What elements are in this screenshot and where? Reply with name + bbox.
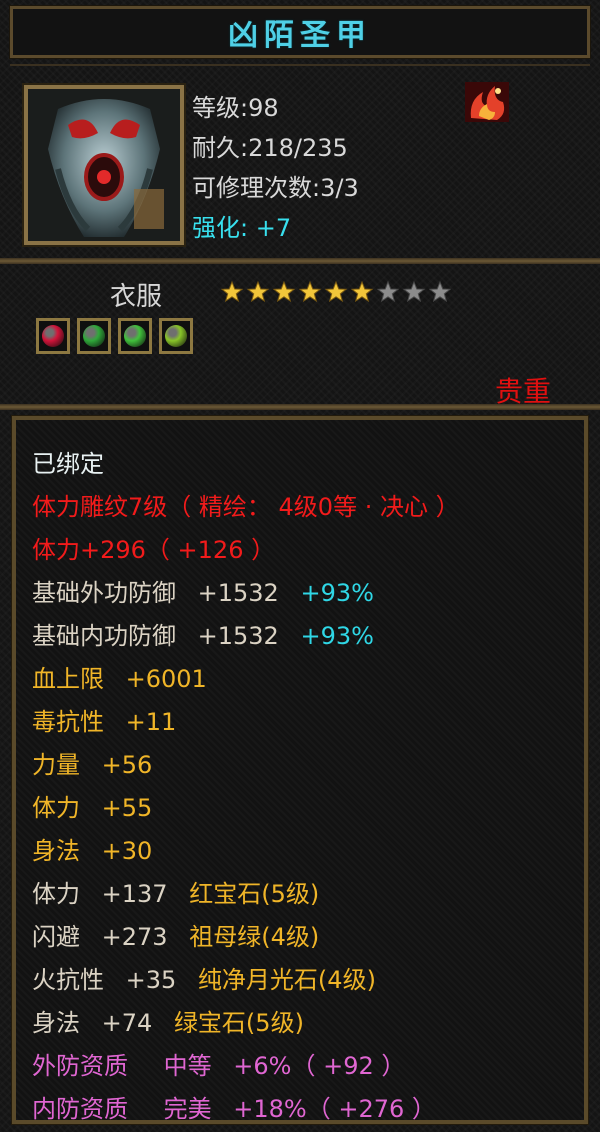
star-empty-icon xyxy=(402,280,426,303)
attr-label: 基础外功防御 xyxy=(32,579,176,607)
star-filled-icon xyxy=(246,280,270,303)
item-tooltip: 凶陌圣甲 等级:98 耐久:218/235 可修理次数:3/3 强化: +7 衣… xyxy=(0,0,600,1132)
star-filled-icon xyxy=(350,280,374,303)
base-external-defense: 基础外功防御 +1532 +93% xyxy=(32,577,374,609)
gem-bonus-row: 身法 +74 绿宝石(5级) xyxy=(32,1007,304,1039)
item-level: 等级:98 xyxy=(192,94,279,122)
gem-stat: 火抗性 xyxy=(32,966,104,994)
attr-value: +1532 xyxy=(197,622,279,650)
attr-label: 血上限 xyxy=(32,665,104,693)
attr-value: +1532 xyxy=(197,579,279,607)
gem-name: 绿宝石(5级) xyxy=(173,1009,304,1037)
attr-value: +56 xyxy=(101,751,153,779)
item-type: 衣服 xyxy=(110,282,163,312)
green-crystal-gem-icon xyxy=(165,325,187,347)
quality-value: +18%（ +276 ） xyxy=(233,1095,436,1123)
quality-value: +6%（ +92 ） xyxy=(233,1052,406,1080)
star-filled-icon xyxy=(272,280,296,303)
quality-grade: 中等 xyxy=(163,1052,212,1080)
gem-value: +35 xyxy=(125,966,177,994)
star-filled-icon xyxy=(220,280,244,303)
item-title-bar: 凶陌圣甲 xyxy=(9,5,591,59)
quality-label: 内防资质 xyxy=(32,1095,128,1123)
armor-icon xyxy=(22,83,186,247)
gem-value: +137 xyxy=(101,880,168,908)
enhance-value: +7 xyxy=(255,214,292,242)
star-filled-icon xyxy=(324,280,348,303)
gem-stat: 闪避 xyxy=(32,923,80,951)
gem-name: 祖母绿(4级) xyxy=(189,923,320,951)
hp-max: 血上限 +6001 xyxy=(32,663,207,695)
enhance-label: 强化: xyxy=(192,214,249,242)
gem-stat: 身法 xyxy=(32,1009,80,1037)
engrave-stat-line: 体力+296（ +126 ） xyxy=(32,536,276,564)
bound-status: 已绑定 xyxy=(32,450,104,478)
gem-slot[interactable] xyxy=(77,318,111,354)
base-internal-defense: 基础内功防御 +1532 +93% xyxy=(32,620,374,652)
gem-stat: 体力 xyxy=(32,880,80,908)
agility: 身法 +30 xyxy=(32,835,152,867)
gem-slot[interactable] xyxy=(118,318,152,354)
star-empty-icon xyxy=(428,280,452,303)
star-rating xyxy=(220,280,452,306)
item-repair-count: 可修理次数:3/3 xyxy=(192,174,359,202)
gem-slot[interactable] xyxy=(159,318,193,354)
stamina: 体力 +55 xyxy=(32,792,152,824)
attr-value: +55 xyxy=(101,794,153,822)
internal-defense-quality: 内防资质 完美 +18%（ +276 ） xyxy=(32,1093,436,1125)
attr-label: 基础内功防御 xyxy=(32,622,176,650)
gem-value: +74 xyxy=(101,1009,153,1037)
item-name: 凶陌圣甲 xyxy=(228,18,372,53)
gem-name: 纯净月光石(4级) xyxy=(197,966,376,994)
gem-bonus-row: 火抗性 +35 纯净月光石(4级) xyxy=(32,964,376,996)
poison-resistance: 毒抗性 +11 xyxy=(32,706,176,738)
attr-label: 身法 xyxy=(32,837,80,865)
attr-label: 体力 xyxy=(32,794,80,822)
item-enhance: 强化: +7 xyxy=(192,208,291,243)
item-durability: 耐久:218/235 xyxy=(192,134,348,162)
external-defense-quality: 外防资质 中等 +6%（ +92 ） xyxy=(32,1050,405,1082)
attr-percent: +93% xyxy=(300,622,374,650)
attr-percent: +93% xyxy=(300,579,374,607)
green-gem-icon xyxy=(83,325,105,347)
attributes-panel: 已绑定 体力雕纹7级（ 精绘： 4级0等 · 决心 ） 体力+296（ +126… xyxy=(11,415,589,1125)
attr-divider xyxy=(0,404,600,410)
quality-grade: 完美 xyxy=(163,1095,212,1123)
gem-bonus-row: 体力 +137 红宝石(5级) xyxy=(32,878,319,910)
gem-slots xyxy=(36,318,193,354)
strength: 力量 +56 xyxy=(32,749,152,781)
gem-name: 红宝石(5级) xyxy=(189,880,320,908)
gem-slot[interactable] xyxy=(36,318,70,354)
attr-value: +6001 xyxy=(125,665,207,693)
fire-buff-icon[interactable] xyxy=(465,82,509,122)
gem-bonus-row: 闪避 +273 祖母绿(4级) xyxy=(32,921,319,953)
attr-label: 毒抗性 xyxy=(32,708,104,736)
attr-label: 力量 xyxy=(32,751,80,779)
attr-value: +11 xyxy=(125,708,177,736)
header-divider xyxy=(0,258,600,264)
engrave-line: 体力雕纹7级（ 精绘： 4级0等 · 决心 ） xyxy=(32,493,460,521)
attr-value: +30 xyxy=(101,837,153,865)
quality-label: 外防资质 xyxy=(32,1052,128,1080)
star-filled-icon xyxy=(298,280,322,303)
star-empty-icon xyxy=(376,280,400,303)
red-gem-icon xyxy=(42,325,64,347)
green-leaf-gem-icon xyxy=(124,325,146,347)
gem-value: +273 xyxy=(101,923,168,951)
